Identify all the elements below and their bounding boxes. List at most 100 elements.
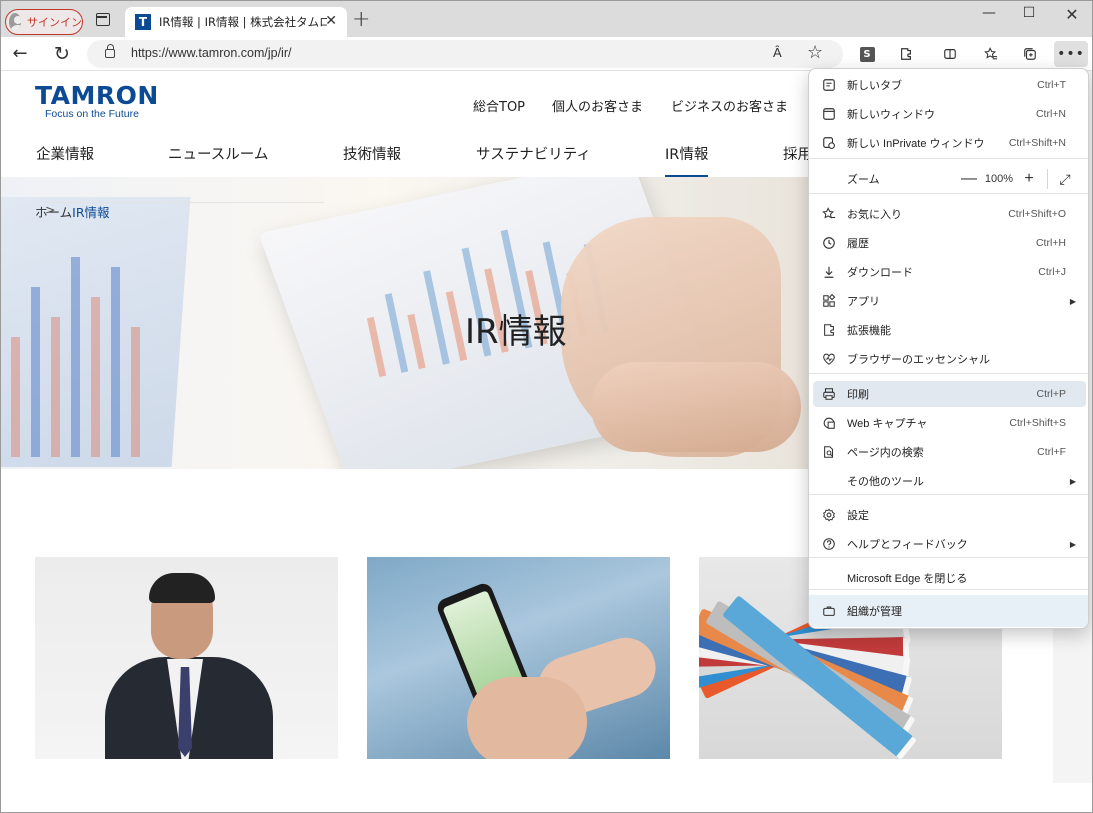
- menu-item-label: 印刷: [847, 389, 869, 401]
- read-aloud-icon[interactable]: Ȃ: [773, 45, 782, 60]
- topnav-business[interactable]: ビジネスのお客さま: [671, 96, 788, 115]
- menu-browser-essentials[interactable]: ブラウザーのエッセンシャル: [813, 346, 1086, 372]
- menu-item-shortcut: Ctrl+H: [1035, 237, 1066, 249]
- card-president-message[interactable]: [35, 557, 338, 759]
- menu-new-inprivate[interactable]: 新しい InPrivate ウィンドウ Ctrl+Shift+N: [813, 130, 1086, 156]
- favicon-icon: T: [135, 14, 151, 30]
- briefcase-icon: [821, 603, 837, 619]
- add-favorite-icon[interactable]: ☆: [807, 42, 823, 63]
- url-text: https://www.tamron.com/jp/ir/: [131, 46, 292, 60]
- new-tab-button[interactable]: +: [352, 7, 370, 33]
- window-close-icon[interactable]: ✕: [1060, 5, 1084, 24]
- menu-item-label: 新しいウィンドウ: [847, 109, 935, 121]
- print-icon: [821, 386, 837, 402]
- submenu-arrow-icon: ▶: [1069, 539, 1076, 549]
- menu-web-capture[interactable]: Web キャプチャ Ctrl+Shift+S: [813, 410, 1086, 436]
- extensions-toolbar-icon[interactable]: [896, 44, 916, 64]
- tab-actions-icon[interactable]: [96, 13, 110, 26]
- tamron-logo[interactable]: TAMRON Focus on the Future: [35, 83, 159, 121]
- submenu-arrow-icon: ▶: [1069, 476, 1076, 486]
- menu-item-label: アプリ: [847, 296, 880, 308]
- menu-item-label: 新しい InPrivate ウィンドウ: [847, 138, 985, 150]
- new-window-icon: [821, 106, 837, 122]
- nav-sustainability[interactable]: サステナビリティ: [476, 143, 591, 164]
- page-title: IR情報: [465, 312, 567, 352]
- menu-history[interactable]: 履歴 Ctrl+H: [813, 230, 1086, 256]
- submenu-arrow-icon: ▶: [1069, 296, 1076, 306]
- menu-help-feedback[interactable]: ヘルプとフィードバック ▶: [813, 531, 1086, 557]
- tab-close-icon[interactable]: ✕: [325, 13, 337, 29]
- signin-label: サインイン: [27, 16, 82, 29]
- find-icon: [821, 444, 837, 460]
- nav-technology[interactable]: 技術情報: [343, 143, 401, 164]
- breadcrumb-current: IR情報: [72, 205, 110, 220]
- breadcrumb-separator: >: [45, 202, 324, 217]
- menu-extensions[interactable]: 拡張機能: [813, 317, 1086, 343]
- nav-ir[interactable]: IR情報: [665, 143, 709, 177]
- menu-close-edge[interactable]: Microsoft Edge を閉じる: [813, 565, 1086, 591]
- hero-left-bar: [111, 267, 120, 457]
- back-icon[interactable]: ←: [9, 43, 31, 65]
- settings-more-icon[interactable]: •••: [1054, 41, 1088, 67]
- minimize-icon[interactable]: —: [977, 5, 1001, 21]
- apps-icon: [821, 293, 837, 309]
- favorites-toolbar-icon[interactable]: [981, 44, 1001, 64]
- download-icon: [821, 264, 837, 280]
- topnav-general-top[interactable]: 総合TOP: [473, 96, 525, 115]
- hero-hand2-image: [591, 362, 801, 452]
- extension-s-icon[interactable]: S: [857, 44, 877, 64]
- menu-item-shortcut: Ctrl+T: [1037, 79, 1066, 91]
- nav-newsroom[interactable]: ニュースルーム: [168, 143, 268, 164]
- help-icon: [821, 536, 837, 552]
- address-bar[interactable]: https://www.tamron.com/jp/ir/ Ȃ ☆: [87, 40, 843, 68]
- collections-icon[interactable]: [1020, 44, 1040, 64]
- menu-item-label: Microsoft Edge を閉じる: [847, 573, 968, 585]
- menu-item-shortcut: Ctrl+F: [1037, 446, 1066, 458]
- menu-item-label: 履歴: [847, 238, 869, 250]
- menu-managed-by-org: 組織が管理: [809, 595, 1088, 627]
- menu-more-tools[interactable]: その他のツール ▶: [813, 468, 1086, 494]
- menu-item-label: ダウンロード: [847, 267, 913, 279]
- toolbar: ← ↻ https://www.tamron.com/jp/ir/ Ȃ ☆ S…: [1, 37, 1092, 71]
- menu-print[interactable]: 印刷 Ctrl+P: [813, 381, 1086, 407]
- split-screen-icon[interactable]: [940, 44, 960, 64]
- menu-favorites[interactable]: お気に入り Ctrl+Shift+O: [813, 201, 1086, 227]
- settings-menu: 新しいタブ Ctrl+T 新しいウィンドウ Ctrl+N 新しい InPrivate ウ…: [808, 68, 1089, 629]
- menu-item-label: 拡張機能: [847, 325, 891, 337]
- extensions-icon: [821, 322, 837, 338]
- tab-strip: サインイン T IR情報 | IR情報 | 株式会社タムロン ✕ + — ☐ ✕: [1, 1, 1092, 37]
- menu-new-window[interactable]: 新しいウィンドウ Ctrl+N: [813, 101, 1086, 127]
- signin-button[interactable]: サインイン: [5, 9, 83, 35]
- browser-window: サインイン T IR情報 | IR情報 | 株式会社タムロン ✕ + — ☐ ✕…: [0, 0, 1093, 813]
- fullscreen-icon[interactable]: ⤢: [1054, 171, 1076, 188]
- nav-corporate[interactable]: 企業情報: [36, 143, 94, 164]
- card-hand-left: [467, 677, 587, 759]
- zoom-out-button[interactable]: —: [957, 170, 981, 188]
- profile-icon: [9, 13, 21, 31]
- zoom-controls: —100% + ⤢: [957, 166, 1076, 192]
- menu-apps[interactable]: アプリ ▶: [813, 288, 1086, 314]
- menu-icon-placeholder: [821, 171, 837, 187]
- menu-item-label: ページ内の検索: [847, 447, 924, 459]
- maximize-icon[interactable]: ☐: [1017, 5, 1041, 21]
- menu-downloads[interactable]: ダウンロード Ctrl+J: [813, 259, 1086, 285]
- menu-item-label: お気に入り: [847, 209, 902, 221]
- topnav-individual[interactable]: 個人のお客さま: [552, 96, 643, 115]
- menu-icon-placeholder: [821, 570, 837, 586]
- active-tab[interactable]: T IR情報 | IR情報 | 株式会社タムロン ✕: [125, 7, 347, 37]
- zoom-divider: [1047, 169, 1048, 189]
- new-tab-icon: [821, 77, 837, 93]
- menu-settings[interactable]: 設定: [813, 502, 1086, 528]
- hero-left-bar: [71, 257, 80, 457]
- menu-separator: [809, 494, 1088, 495]
- menu-zoom[interactable]: ズーム —100% + ⤢: [813, 166, 1086, 192]
- menu-find-on-page[interactable]: ページ内の検索 Ctrl+F: [813, 439, 1086, 465]
- reload-icon[interactable]: ↻: [51, 43, 73, 65]
- card-smartphone[interactable]: [367, 557, 670, 759]
- menu-new-tab[interactable]: 新しいタブ Ctrl+T: [813, 72, 1086, 98]
- zoom-in-button[interactable]: +: [1017, 170, 1041, 188]
- menu-item-shortcut: Ctrl+J: [1038, 266, 1066, 278]
- settings-icon: [821, 507, 837, 523]
- menu-item-shortcut: Ctrl+Shift+S: [1009, 417, 1066, 429]
- menu-separator: [809, 373, 1088, 374]
